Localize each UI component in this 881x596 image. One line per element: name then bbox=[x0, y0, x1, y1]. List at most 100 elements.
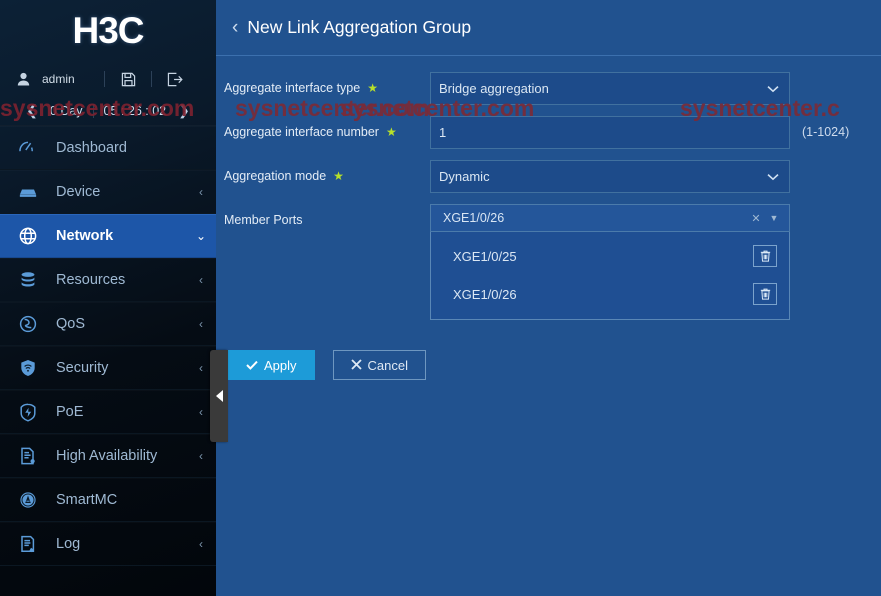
save-icon[interactable] bbox=[105, 72, 151, 87]
smartmc-icon bbox=[0, 490, 56, 510]
main-content: ‹ New Link Aggregation Group Aggregate i… bbox=[216, 0, 881, 596]
field-interface-number-label: Aggregate interface number ★ bbox=[224, 116, 430, 139]
member-port-name: XGE1/0/25 bbox=[453, 248, 517, 264]
security-shield-icon bbox=[0, 358, 56, 378]
field-member-ports: Member Ports XGE1/0/26 ✕ ▼ XGE1/0/25 XGE1… bbox=[224, 204, 881, 320]
field-interface-number: Aggregate interface number ★ 1 (1-1024) bbox=[224, 116, 881, 152]
user-icon bbox=[14, 72, 32, 86]
sidebar-item-high-availability[interactable]: High Availability ‹ bbox=[0, 434, 216, 478]
member-ports-list: XGE1/0/25 XGE1/0/26 bbox=[430, 232, 790, 320]
uptime-bar: ❮ 0 Day 05 : 26 : 02 ❯ bbox=[0, 96, 216, 126]
page-title: New Link Aggregation Group bbox=[247, 17, 472, 37]
check-icon bbox=[246, 358, 258, 373]
uptime-next-icon[interactable]: ❯ bbox=[176, 102, 192, 119]
sidebar-item-resources[interactable]: Resources ‹ bbox=[0, 258, 216, 302]
sidebar-collapse-handle[interactable] bbox=[210, 350, 228, 442]
logout-icon[interactable] bbox=[152, 72, 198, 87]
sidebar-item-log[interactable]: Log ‹ bbox=[0, 522, 216, 566]
network-globe-icon bbox=[0, 226, 56, 246]
log-icon bbox=[0, 534, 56, 554]
user-toolbar: admin bbox=[0, 62, 216, 96]
sidebar-item-label: Resources bbox=[56, 272, 126, 288]
poe-bolt-icon bbox=[0, 402, 56, 422]
field-interface-type-control: Bridge aggregation bbox=[430, 72, 790, 105]
chevron-down-icon bbox=[767, 81, 779, 96]
label-text: Member Ports bbox=[224, 213, 303, 227]
sidebar-item-label: Dashboard bbox=[56, 140, 127, 156]
field-member-ports-control: XGE1/0/26 ✕ ▼ XGE1/0/25 XGE1/0/26 bbox=[430, 204, 790, 320]
sidebar-item-device[interactable]: Device ‹ bbox=[0, 170, 216, 214]
label-text: Aggregate interface type bbox=[224, 81, 361, 95]
aggregation-form: Aggregate interface type ★ Bridge aggreg… bbox=[216, 56, 881, 380]
brand-logo: H3C bbox=[0, 0, 216, 62]
username-label: admin bbox=[42, 72, 75, 86]
field-aggregation-mode-label: Aggregation mode ★ bbox=[224, 160, 430, 183]
member-port-item[interactable]: XGE1/0/25 bbox=[431, 237, 789, 275]
apply-button-label: Apply bbox=[264, 357, 297, 373]
brand-logo-text: H3C bbox=[72, 10, 144, 51]
uptime-divider bbox=[92, 103, 94, 118]
aggregation-mode-value: Dynamic bbox=[439, 169, 490, 184]
back-chevron-icon[interactable]: ‹ bbox=[232, 18, 238, 37]
sidebar-item-poe[interactable]: PoE ‹ bbox=[0, 390, 216, 434]
collapse-left-icon bbox=[215, 390, 223, 402]
member-port-name: XGE1/0/26 bbox=[453, 286, 517, 302]
app-window: H3C admin ❮ 0 Day 05: 26: 02 ❯ Dashboa… bbox=[0, 0, 881, 596]
sidebar: H3C admin ❮ 0 Day 05: 26: 02 ❯ Dashboa… bbox=[0, 0, 216, 596]
sidebar-item-qos[interactable]: QoS ‹ bbox=[0, 302, 216, 346]
interface-type-select[interactable]: Bridge aggregation bbox=[430, 72, 790, 105]
trash-icon[interactable] bbox=[753, 283, 777, 305]
label-text: Aggregate interface number bbox=[224, 125, 379, 139]
field-interface-number-control: 1 bbox=[430, 116, 790, 149]
chevron-left-icon: ‹ bbox=[199, 273, 203, 287]
required-star-icon: ★ bbox=[385, 125, 397, 139]
sidebar-item-label: Log bbox=[56, 536, 81, 552]
aggregation-mode-select[interactable]: Dynamic bbox=[430, 160, 790, 193]
sidebar-item-dashboard[interactable]: Dashboard bbox=[0, 126, 216, 170]
interface-number-input[interactable]: 1 bbox=[430, 116, 790, 149]
high-availability-icon bbox=[0, 446, 56, 466]
uptime-clock: 05 : 26 : 02 bbox=[103, 103, 167, 118]
chevron-down-icon: ⌄ bbox=[195, 229, 207, 243]
clear-x-icon[interactable]: ✕ bbox=[747, 212, 765, 225]
sidebar-item-label: High Availability bbox=[56, 448, 158, 464]
cancel-button-label: Cancel bbox=[367, 357, 408, 373]
trash-icon[interactable] bbox=[753, 245, 777, 267]
dashboard-gauge-icon bbox=[0, 138, 56, 158]
form-actions: Apply Cancel bbox=[224, 328, 881, 380]
uptime-prev-icon[interactable]: ❮ bbox=[24, 102, 40, 119]
x-icon bbox=[350, 358, 362, 373]
required-star-icon: ★ bbox=[367, 81, 378, 95]
page-header: ‹ New Link Aggregation Group bbox=[216, 0, 881, 56]
sidebar-item-label: PoE bbox=[56, 404, 84, 420]
device-switch-icon bbox=[0, 182, 56, 202]
interface-number-value: 1 bbox=[439, 125, 447, 140]
sidebar-item-label: SmartMC bbox=[56, 492, 118, 508]
sidebar-item-label: Network bbox=[56, 228, 114, 244]
member-ports-selected-value: XGE1/0/26 bbox=[443, 211, 505, 225]
sidebar-nav: Dashboard Device ‹ Network ⌄ Resources ‹ QoS ‹ Se… bbox=[0, 126, 216, 566]
member-port-item[interactable]: XGE1/0/26 bbox=[431, 275, 789, 313]
sidebar-item-security[interactable]: Security ‹ bbox=[0, 346, 216, 390]
required-star-icon: ★ bbox=[333, 169, 344, 183]
resources-stack-icon bbox=[0, 270, 56, 290]
member-ports-select[interactable]: XGE1/0/26 ✕ ▼ bbox=[430, 204, 790, 232]
interface-type-value: Bridge aggregation bbox=[439, 81, 549, 96]
sidebar-item-label: QoS bbox=[56, 316, 86, 332]
field-aggregation-mode-control: Dynamic bbox=[430, 160, 790, 193]
sidebar-item-smartmc[interactable]: SmartMC bbox=[0, 478, 216, 522]
cancel-button[interactable]: Cancel bbox=[332, 350, 426, 380]
apply-button[interactable]: Apply bbox=[228, 350, 315, 380]
qos-icon bbox=[0, 314, 56, 334]
label-text: Aggregation mode bbox=[224, 169, 327, 183]
chevron-left-icon: ‹ bbox=[199, 537, 203, 551]
field-aggregation-mode: Aggregation mode ★ Dynamic bbox=[224, 160, 881, 196]
field-member-ports-label: Member Ports bbox=[224, 204, 430, 227]
chevron-down-icon[interactable]: ▼ bbox=[765, 213, 783, 223]
sidebar-item-network[interactable]: Network ⌄ bbox=[0, 214, 216, 258]
chevron-left-icon: ‹ bbox=[199, 317, 203, 331]
chevron-left-icon: ‹ bbox=[199, 185, 203, 199]
chevron-left-icon: ‹ bbox=[199, 449, 203, 463]
chevron-down-icon bbox=[767, 169, 779, 184]
sidebar-item-label: Device bbox=[56, 184, 101, 200]
